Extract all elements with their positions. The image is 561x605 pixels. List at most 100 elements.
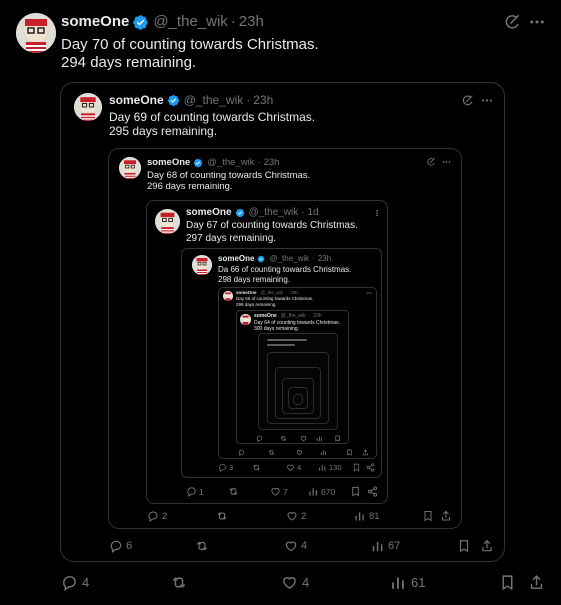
verified-badge-icon <box>167 94 180 107</box>
reply-button[interactable]: 6 <box>109 539 132 553</box>
more-options-icon[interactable] <box>480 94 494 107</box>
avatar[interactable] <box>240 314 251 325</box>
author-handle[interactable]: @_the_wik <box>249 207 299 219</box>
views-button[interactable]: 81 <box>354 510 380 522</box>
author-handle[interactable]: @_the_wik <box>269 254 309 264</box>
tweet-text-line1: Day 70 of counting towards Christmas. <box>61 36 319 53</box>
repost-button[interactable] <box>252 463 261 472</box>
share-button[interactable] <box>362 449 369 456</box>
timestamp[interactable]: 23h <box>253 93 273 107</box>
bookmark-button[interactable] <box>422 510 434 522</box>
bookmark-button[interactable] <box>334 435 341 442</box>
reply-button[interactable]: 2 <box>147 510 167 522</box>
like-button[interactable] <box>296 449 303 456</box>
timestamp[interactable]: 23h <box>264 157 280 168</box>
like-count: 4 <box>302 575 310 590</box>
views-button[interactable] <box>320 449 327 456</box>
quote-text-line1: Day 67 of counting towards Christmas. <box>186 220 358 231</box>
bookmark-button[interactable] <box>499 574 516 591</box>
like-button[interactable]: 2 <box>286 510 306 522</box>
repost-button[interactable] <box>268 449 275 456</box>
separator: · <box>257 157 261 168</box>
separator: · <box>230 13 236 30</box>
bookmark-button[interactable] <box>350 486 361 497</box>
timestamp[interactable]: 1d <box>308 207 319 219</box>
reply-count: 2 <box>162 510 168 522</box>
repost-button[interactable] <box>216 510 228 522</box>
grok-icon[interactable] <box>461 94 474 107</box>
reply-count: 4 <box>82 575 90 590</box>
like-count: 2 <box>301 510 307 522</box>
reply-button[interactable] <box>256 435 263 442</box>
more-options-icon[interactable] <box>373 208 381 218</box>
reply-button[interactable]: 1 <box>186 486 204 497</box>
timestamp[interactable]: 23h <box>318 254 331 264</box>
quote-header: someOne @_the_wik · 23h <box>218 254 331 264</box>
repost-button[interactable] <box>280 435 287 442</box>
avatar[interactable] <box>16 13 56 53</box>
repost-button[interactable] <box>195 539 209 553</box>
separator: · <box>312 254 315 263</box>
like-count: 4 <box>301 540 308 552</box>
nested-text-line <box>267 344 295 346</box>
reply-count: 3 <box>229 463 234 472</box>
grok-icon[interactable] <box>503 13 521 31</box>
quote-header: someOne @_the_wik · 23h <box>109 93 273 107</box>
author-name[interactable]: someOne <box>186 207 232 219</box>
bookmark-button[interactable] <box>352 463 361 472</box>
timestamp[interactable]: 23h <box>313 313 321 319</box>
bookmark-button[interactable] <box>457 539 471 553</box>
share-button[interactable] <box>480 539 494 553</box>
repost-button[interactable] <box>170 574 192 591</box>
views-button[interactable]: 67 <box>371 539 400 553</box>
like-button[interactable]: 7 <box>270 486 288 497</box>
bookmark-button[interactable] <box>346 449 353 456</box>
views-button[interactable]: 130 <box>318 463 342 472</box>
author-handle[interactable]: @_the_wik <box>184 93 244 107</box>
reply-button[interactable] <box>238 449 245 456</box>
author-name[interactable]: someOne <box>109 93 164 107</box>
like-button[interactable] <box>300 435 307 442</box>
like-button[interactable]: 4 <box>281 574 309 591</box>
author-handle[interactable]: @_the_wik <box>207 157 254 168</box>
avatar[interactable] <box>223 291 233 301</box>
avatar[interactable] <box>155 209 180 234</box>
nested-quote-recursion <box>258 333 338 430</box>
views-button[interactable]: 670 <box>308 486 335 497</box>
more-options-icon[interactable] <box>365 290 373 296</box>
author-name[interactable]: someOne <box>218 254 254 264</box>
author-name[interactable]: someOne <box>254 313 277 319</box>
like-count: 4 <box>297 463 302 472</box>
repost-button[interactable] <box>228 486 239 497</box>
quote-text-line2: 299 days remaining. <box>236 302 277 307</box>
view-count: 81 <box>369 510 380 522</box>
quote-header: someOne @_the_wik · 23h <box>254 313 322 319</box>
grok-icon[interactable] <box>426 157 436 167</box>
share-button[interactable] <box>367 486 378 497</box>
like-button[interactable]: 4 <box>286 463 301 472</box>
more-options-icon[interactable] <box>527 13 547 31</box>
share-button[interactable] <box>528 574 545 591</box>
reply-button[interactable]: 4 <box>61 574 89 591</box>
view-count: 67 <box>388 540 401 552</box>
tweet-header: someOne @_the_wik · 23h <box>61 13 264 31</box>
view-count: 61 <box>411 575 426 590</box>
reply-button[interactable]: 3 <box>218 463 233 472</box>
quote-header: someOne @_the_wik · 23h <box>147 157 279 168</box>
share-button[interactable] <box>366 463 375 472</box>
avatar[interactable] <box>192 255 212 275</box>
verified-badge-icon <box>193 158 203 168</box>
timestamp[interactable]: 23h <box>239 13 264 31</box>
more-options-icon[interactable] <box>441 157 452 167</box>
views-button[interactable] <box>316 435 323 442</box>
share-button[interactable] <box>440 510 452 522</box>
quote-text-line2: 300 days remaining. <box>254 326 300 332</box>
like-button[interactable]: 4 <box>284 539 307 553</box>
author-name[interactable]: someOne <box>61 13 129 31</box>
avatar[interactable] <box>74 93 102 121</box>
avatar[interactable] <box>119 157 141 179</box>
author-name[interactable]: someOne <box>147 157 190 168</box>
author-handle[interactable]: @_the_wik <box>153 13 227 31</box>
author-handle[interactable]: @_the_wik <box>281 313 306 319</box>
views-button[interactable]: 61 <box>390 574 425 591</box>
